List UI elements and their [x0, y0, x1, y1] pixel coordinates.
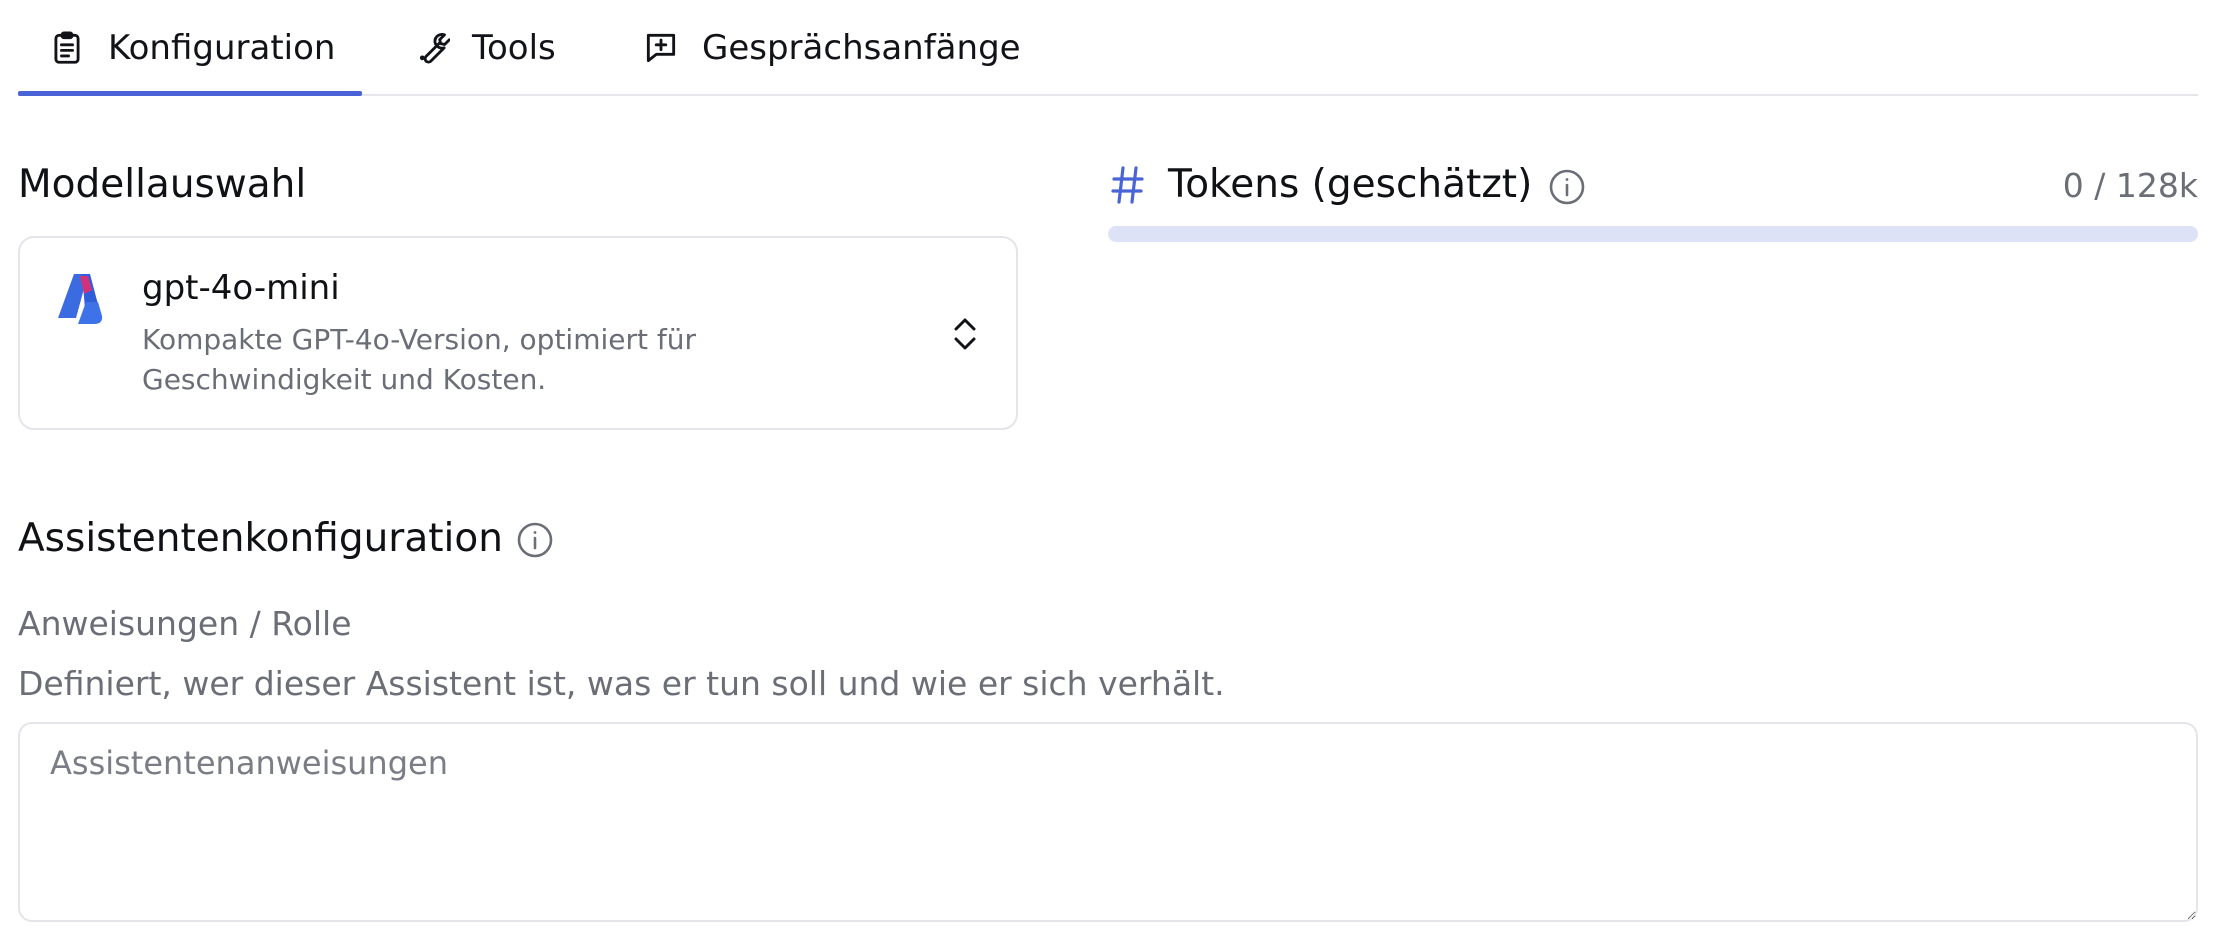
info-icon[interactable] [516, 521, 554, 559]
message-plus-icon [642, 29, 680, 67]
instructions-textarea[interactable] [18, 722, 2198, 922]
assistant-config-title: Assistentenkonfiguration [18, 516, 503, 561]
wrench-icon [412, 29, 450, 67]
model-name: gpt-4o-mini [142, 268, 340, 308]
model-selector[interactable]: gpt-4o-mini Kompakte GPT-4o-Version, opt… [18, 236, 1018, 430]
tab-label: Konfiguration [108, 28, 336, 68]
tab-bar: Konfiguration Tools Gesprächsanfänge [18, 0, 2198, 96]
model-section-title: Modellauswahl [18, 162, 307, 207]
tab-gespraechsanfaenge[interactable]: Gesprächsanfänge [642, 0, 1021, 96]
active-tab-indicator [18, 91, 362, 96]
model-description: Kompakte GPT-4o-Version, optimiert für G… [142, 323, 696, 396]
tab-tools[interactable]: Tools [412, 0, 556, 96]
tab-konfiguration[interactable]: Konfiguration [48, 0, 335, 96]
hash-icon [1108, 160, 1148, 208]
tab-label: Gesprächsanfänge [702, 28, 1021, 68]
tokens-title: Tokens (geschätzt) [1168, 162, 1533, 207]
azure-logo-icon [56, 272, 108, 326]
chevron-up-down-icon [950, 314, 980, 354]
tab-label: Tools [472, 28, 556, 68]
tokens-progress-bar [1108, 226, 2198, 242]
assistant-config-page: Konfiguration Tools Gesprächsanfänge Mod… [0, 0, 2216, 942]
tokens-count: 0 / 128k [2062, 166, 2198, 205]
instructions-help-text: Definiert, wer dieser Assistent ist, was… [18, 664, 1225, 703]
instructions-label: Anweisungen / Rolle [18, 604, 352, 643]
info-icon[interactable] [1548, 168, 1586, 206]
clipboard-icon [48, 29, 86, 67]
